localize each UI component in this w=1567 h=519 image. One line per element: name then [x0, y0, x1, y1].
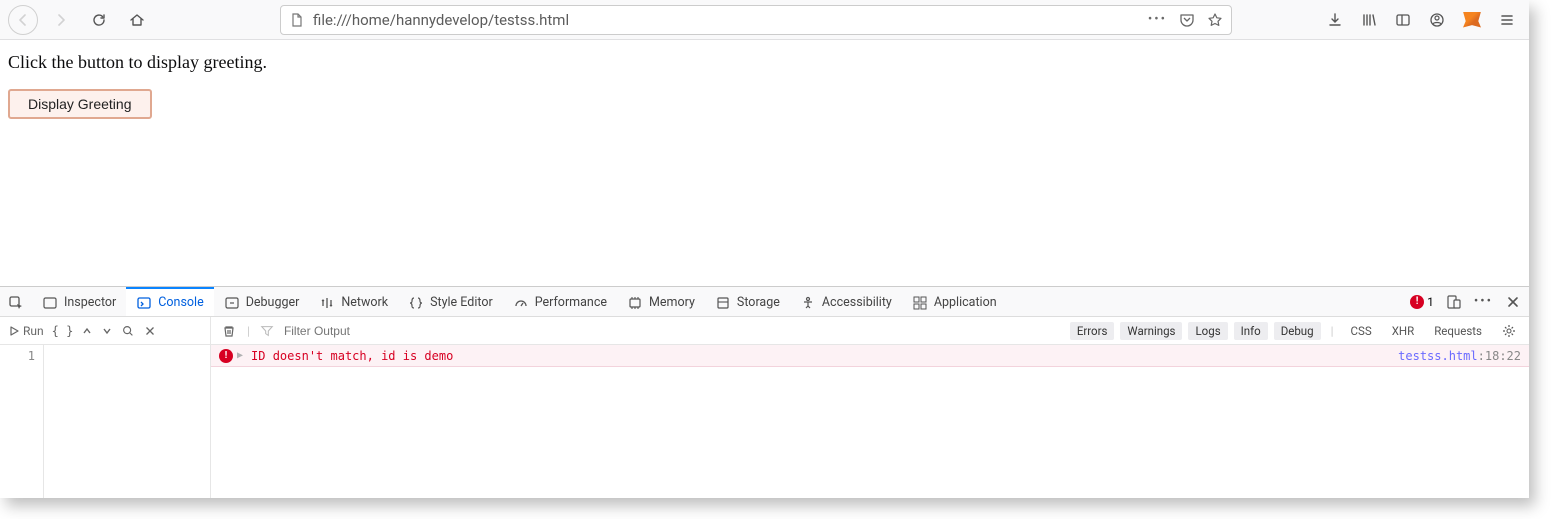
console-icon	[136, 295, 152, 311]
filter-info[interactable]: Info	[1234, 322, 1268, 340]
tab-debugger[interactable]: Debugger	[214, 287, 310, 316]
tab-label: Application	[934, 295, 997, 310]
console-message: ID doesn't match, id is demo	[251, 349, 453, 363]
reload-button[interactable]	[84, 5, 114, 35]
tab-style-editor[interactable]: Style Editor	[398, 287, 503, 316]
style-editor-icon	[408, 295, 424, 311]
library-icon[interactable]	[1361, 12, 1377, 28]
arrow-right-icon	[53, 12, 69, 28]
nav-back-button[interactable]	[8, 5, 38, 35]
pocket-icon[interactable]	[1179, 12, 1195, 28]
filter-errors[interactable]: Errors	[1070, 322, 1115, 340]
performance-icon	[513, 295, 529, 311]
devtools-tabstrip: Inspector Console Debugger Network Style…	[0, 287, 1529, 317]
network-icon	[319, 295, 335, 311]
disclosure-triangle-icon[interactable]: ▶	[237, 350, 243, 361]
application-icon	[912, 295, 928, 311]
filter-logs[interactable]: Logs	[1188, 322, 1227, 340]
account-icon[interactable]	[1429, 12, 1445, 28]
devtools-pick-element[interactable]	[0, 287, 32, 316]
storage-icon	[715, 295, 731, 311]
tab-application[interactable]: Application	[902, 287, 1007, 316]
console-output: ! ▶ ID doesn't match, id is demo testss.…	[211, 345, 1529, 498]
line-number: 1	[0, 349, 35, 363]
home-button[interactable]	[122, 5, 152, 35]
nav-forward-button[interactable]	[46, 5, 76, 35]
url-bar[interactable]: file:///home/hannydevelop/testss.html ••…	[280, 5, 1232, 35]
run-label: Run	[23, 324, 44, 338]
source-location: :18:22	[1478, 349, 1521, 363]
file-icon	[289, 12, 305, 28]
error-count: 1	[1427, 295, 1434, 309]
tab-inspector[interactable]: Inspector	[32, 287, 126, 316]
metamask-icon[interactable]	[1463, 12, 1481, 28]
tab-network[interactable]: Network	[309, 287, 398, 316]
run-button[interactable]: Run	[8, 324, 44, 338]
toolbar-right	[1327, 12, 1521, 28]
devtools-panel: Inspector Console Debugger Network Style…	[0, 286, 1529, 498]
responsive-mode-icon[interactable]	[1446, 294, 1462, 310]
arrow-left-icon	[15, 12, 31, 28]
url-text: file:///home/hannydevelop/testss.html	[313, 11, 1140, 29]
tab-console[interactable]: Console	[126, 287, 213, 316]
error-icon: !	[219, 349, 233, 363]
tab-label: Memory	[649, 295, 695, 310]
clear-console-icon[interactable]	[221, 323, 237, 339]
console-editor[interactable]	[44, 345, 211, 498]
tab-label: Network	[341, 295, 388, 310]
filter-debug[interactable]: Debug	[1274, 322, 1321, 340]
close-icon[interactable]	[1505, 294, 1521, 310]
element-picker-icon	[8, 295, 24, 311]
console-settings-icon[interactable]	[1501, 323, 1517, 339]
error-count-badge[interactable]: ! 1	[1410, 295, 1434, 309]
hamburger-icon[interactable]	[1499, 12, 1515, 28]
tab-label: Storage	[737, 295, 780, 310]
meatballs-icon[interactable]: •••	[1474, 294, 1493, 309]
page-prompt-text: Click the button to display greeting.	[8, 52, 1521, 73]
tab-label: Accessibility	[822, 295, 892, 310]
tab-storage[interactable]: Storage	[705, 287, 790, 316]
filter-requests[interactable]: Requests	[1427, 322, 1489, 340]
tab-memory[interactable]: Memory	[617, 287, 705, 316]
filter-input[interactable]	[284, 324, 1054, 338]
filter-icon	[260, 324, 274, 338]
tab-label: Console	[158, 295, 203, 310]
star-icon[interactable]	[1207, 12, 1223, 28]
filter-warnings[interactable]: Warnings	[1120, 322, 1182, 340]
tab-label: Style Editor	[430, 295, 493, 310]
tab-accessibility[interactable]: Accessibility	[790, 287, 902, 316]
close-editor-icon[interactable]	[143, 324, 157, 338]
console-source-link[interactable]: testss.html:18:22	[1398, 349, 1521, 363]
play-icon	[8, 325, 20, 337]
download-icon[interactable]	[1327, 12, 1343, 28]
filter-xhr[interactable]: XHR	[1385, 322, 1422, 340]
source-file: testss.html	[1398, 349, 1477, 363]
history-prev-icon[interactable]	[81, 325, 93, 337]
home-icon	[129, 12, 145, 28]
console-error-row[interactable]: ! ▶ ID doesn't match, id is demo testss.…	[211, 345, 1529, 367]
tab-label: Performance	[535, 295, 607, 310]
tab-performance[interactable]: Performance	[503, 287, 617, 316]
tab-label: Debugger	[246, 295, 300, 310]
page-content: Click the button to display greeting. Di…	[0, 40, 1529, 286]
tab-label: Inspector	[64, 295, 116, 310]
devtools-body: 1 ! ▶ ID doesn't match, id is demo tests…	[0, 345, 1529, 498]
history-next-icon[interactable]	[101, 325, 113, 337]
debugger-icon	[224, 295, 240, 311]
display-greeting-button[interactable]: Display Greeting	[8, 89, 152, 119]
sidebar-icon[interactable]	[1395, 12, 1411, 28]
ellipsis-icon[interactable]: •••	[1148, 12, 1167, 27]
reload-icon	[91, 12, 107, 28]
browser-toolbar: file:///home/hannydevelop/testss.html ••…	[0, 0, 1529, 40]
console-toolbar: Run { } | Errors Warnings Logs Info Debu…	[0, 317, 1529, 345]
search-icon[interactable]	[121, 324, 135, 338]
inspector-icon	[42, 295, 58, 311]
pretty-print-icon[interactable]: { }	[52, 324, 74, 338]
accessibility-icon	[800, 295, 816, 311]
editor-gutter: 1	[0, 345, 44, 498]
filter-css[interactable]: CSS	[1344, 322, 1379, 340]
memory-icon	[627, 295, 643, 311]
